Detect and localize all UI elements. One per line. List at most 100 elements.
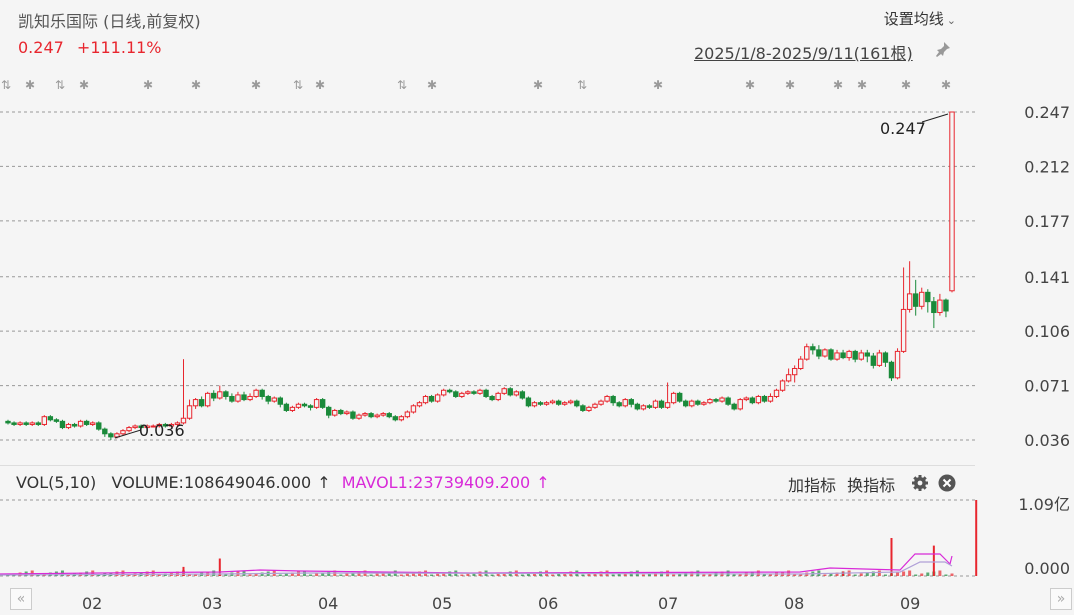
candle-body	[870, 355, 877, 366]
candle-body	[707, 399, 713, 404]
candle-body	[192, 399, 199, 407]
candle	[362, 412, 368, 417]
candle	[416, 401, 423, 408]
candle-body	[604, 395, 610, 402]
candle	[5, 419, 11, 425]
scroll-left-button[interactable]: «	[10, 588, 32, 610]
volume-bar	[551, 574, 555, 576]
split-icon[interactable]: ⇅	[55, 78, 65, 92]
candle	[398, 415, 405, 422]
candle	[791, 365, 798, 383]
mavol1-line	[0, 553, 953, 575]
candle	[592, 402, 598, 409]
candle	[386, 412, 392, 419]
candle-body	[77, 420, 84, 427]
star-icon[interactable]: ✱	[143, 78, 153, 92]
candle	[707, 398, 713, 405]
candle	[888, 360, 895, 381]
candle-body	[713, 399, 719, 402]
high-annotation: 0.247	[880, 119, 926, 138]
candle	[767, 393, 774, 403]
candle-body	[229, 395, 235, 402]
candle	[90, 421, 96, 427]
star-icon[interactable]: ✱	[191, 78, 201, 92]
candle	[519, 390, 526, 400]
candle	[628, 398, 634, 408]
star-icon[interactable]: ✱	[785, 78, 795, 92]
candle	[83, 419, 90, 427]
candle-body	[701, 402, 707, 405]
candle	[259, 388, 265, 400]
volume-bar	[520, 574, 524, 576]
star-icon[interactable]: ✱	[901, 78, 911, 92]
star-icon[interactable]: ✱	[315, 78, 325, 92]
split-icon[interactable]: ⇅	[397, 78, 407, 92]
candle-body	[495, 392, 501, 401]
candle-body	[126, 427, 132, 432]
candle-body	[574, 400, 580, 407]
volume-bar	[950, 573, 954, 576]
candle-body	[943, 299, 949, 312]
candle	[59, 419, 66, 430]
date-range-link[interactable]: 2025/1/8-2025/9/11(161根)	[694, 40, 913, 64]
candle	[949, 111, 955, 293]
star-icon[interactable]: ✱	[427, 78, 437, 92]
candle-body	[755, 395, 762, 404]
candle-body	[204, 392, 211, 407]
x-tick-label: 06	[538, 594, 559, 613]
star-icon[interactable]: ✱	[25, 78, 35, 92]
star-icon[interactable]: ✱	[79, 78, 89, 92]
star-icon[interactable]: ✱	[533, 78, 543, 92]
candle-body	[223, 391, 229, 397]
star-icon[interactable]: ✱	[653, 78, 663, 92]
candle-body	[301, 403, 308, 407]
candle	[277, 396, 284, 408]
candle	[223, 390, 229, 400]
candle-body	[338, 409, 344, 415]
star-icon[interactable]: ✱	[745, 78, 755, 92]
pin-icon[interactable]	[934, 40, 952, 58]
volume-bar	[914, 574, 918, 576]
candle-body	[737, 399, 743, 410]
candle	[846, 349, 852, 361]
candle-body	[332, 409, 338, 416]
candle	[338, 408, 344, 416]
candle	[549, 399, 556, 405]
candle	[616, 401, 622, 408]
y-tick-label: 0.247	[1024, 103, 1070, 122]
candle	[646, 404, 653, 409]
candle-body	[386, 413, 392, 418]
candle-body	[858, 352, 864, 360]
candle-body	[120, 430, 126, 435]
star-icon[interactable]: ✱	[857, 78, 867, 92]
candle-body	[507, 388, 513, 396]
split-icon[interactable]: ⇅	[1, 78, 11, 92]
candlestick-chart[interactable]: 0.247 0.212 0.177 0.141 0.106 0.071 0.036 0.247…	[0, 100, 1074, 460]
candle	[755, 394, 762, 405]
candle	[695, 399, 701, 406]
volume-bar	[853, 574, 857, 576]
volume-bar	[212, 570, 216, 576]
candle-body	[404, 411, 411, 418]
candle	[773, 388, 780, 399]
candle-body	[562, 402, 568, 405]
candle	[937, 293, 943, 316]
star-icon[interactable]: ✱	[833, 78, 843, 92]
split-icon[interactable]: ⇅	[577, 78, 587, 92]
candle	[555, 399, 562, 406]
change-percent: +111.11%	[76, 38, 162, 57]
candle-body	[822, 349, 828, 357]
split-icon[interactable]: ⇅	[293, 78, 303, 92]
candle	[785, 368, 792, 383]
volume-chart[interactable]: 1.09亿 0.000	[0, 490, 1074, 585]
candle	[11, 421, 17, 427]
star-icon[interactable]: ✱	[941, 78, 951, 92]
star-icon[interactable]: ✱	[251, 78, 261, 92]
scroll-right-button[interactable]: »	[1050, 588, 1072, 610]
volume-bar	[375, 573, 379, 576]
candle-body	[767, 395, 774, 402]
candle	[852, 349, 858, 363]
candle	[513, 390, 520, 397]
candle-body	[622, 399, 628, 407]
ma-setting-dropdown[interactable]: 设置均线 ⌄	[884, 8, 956, 29]
